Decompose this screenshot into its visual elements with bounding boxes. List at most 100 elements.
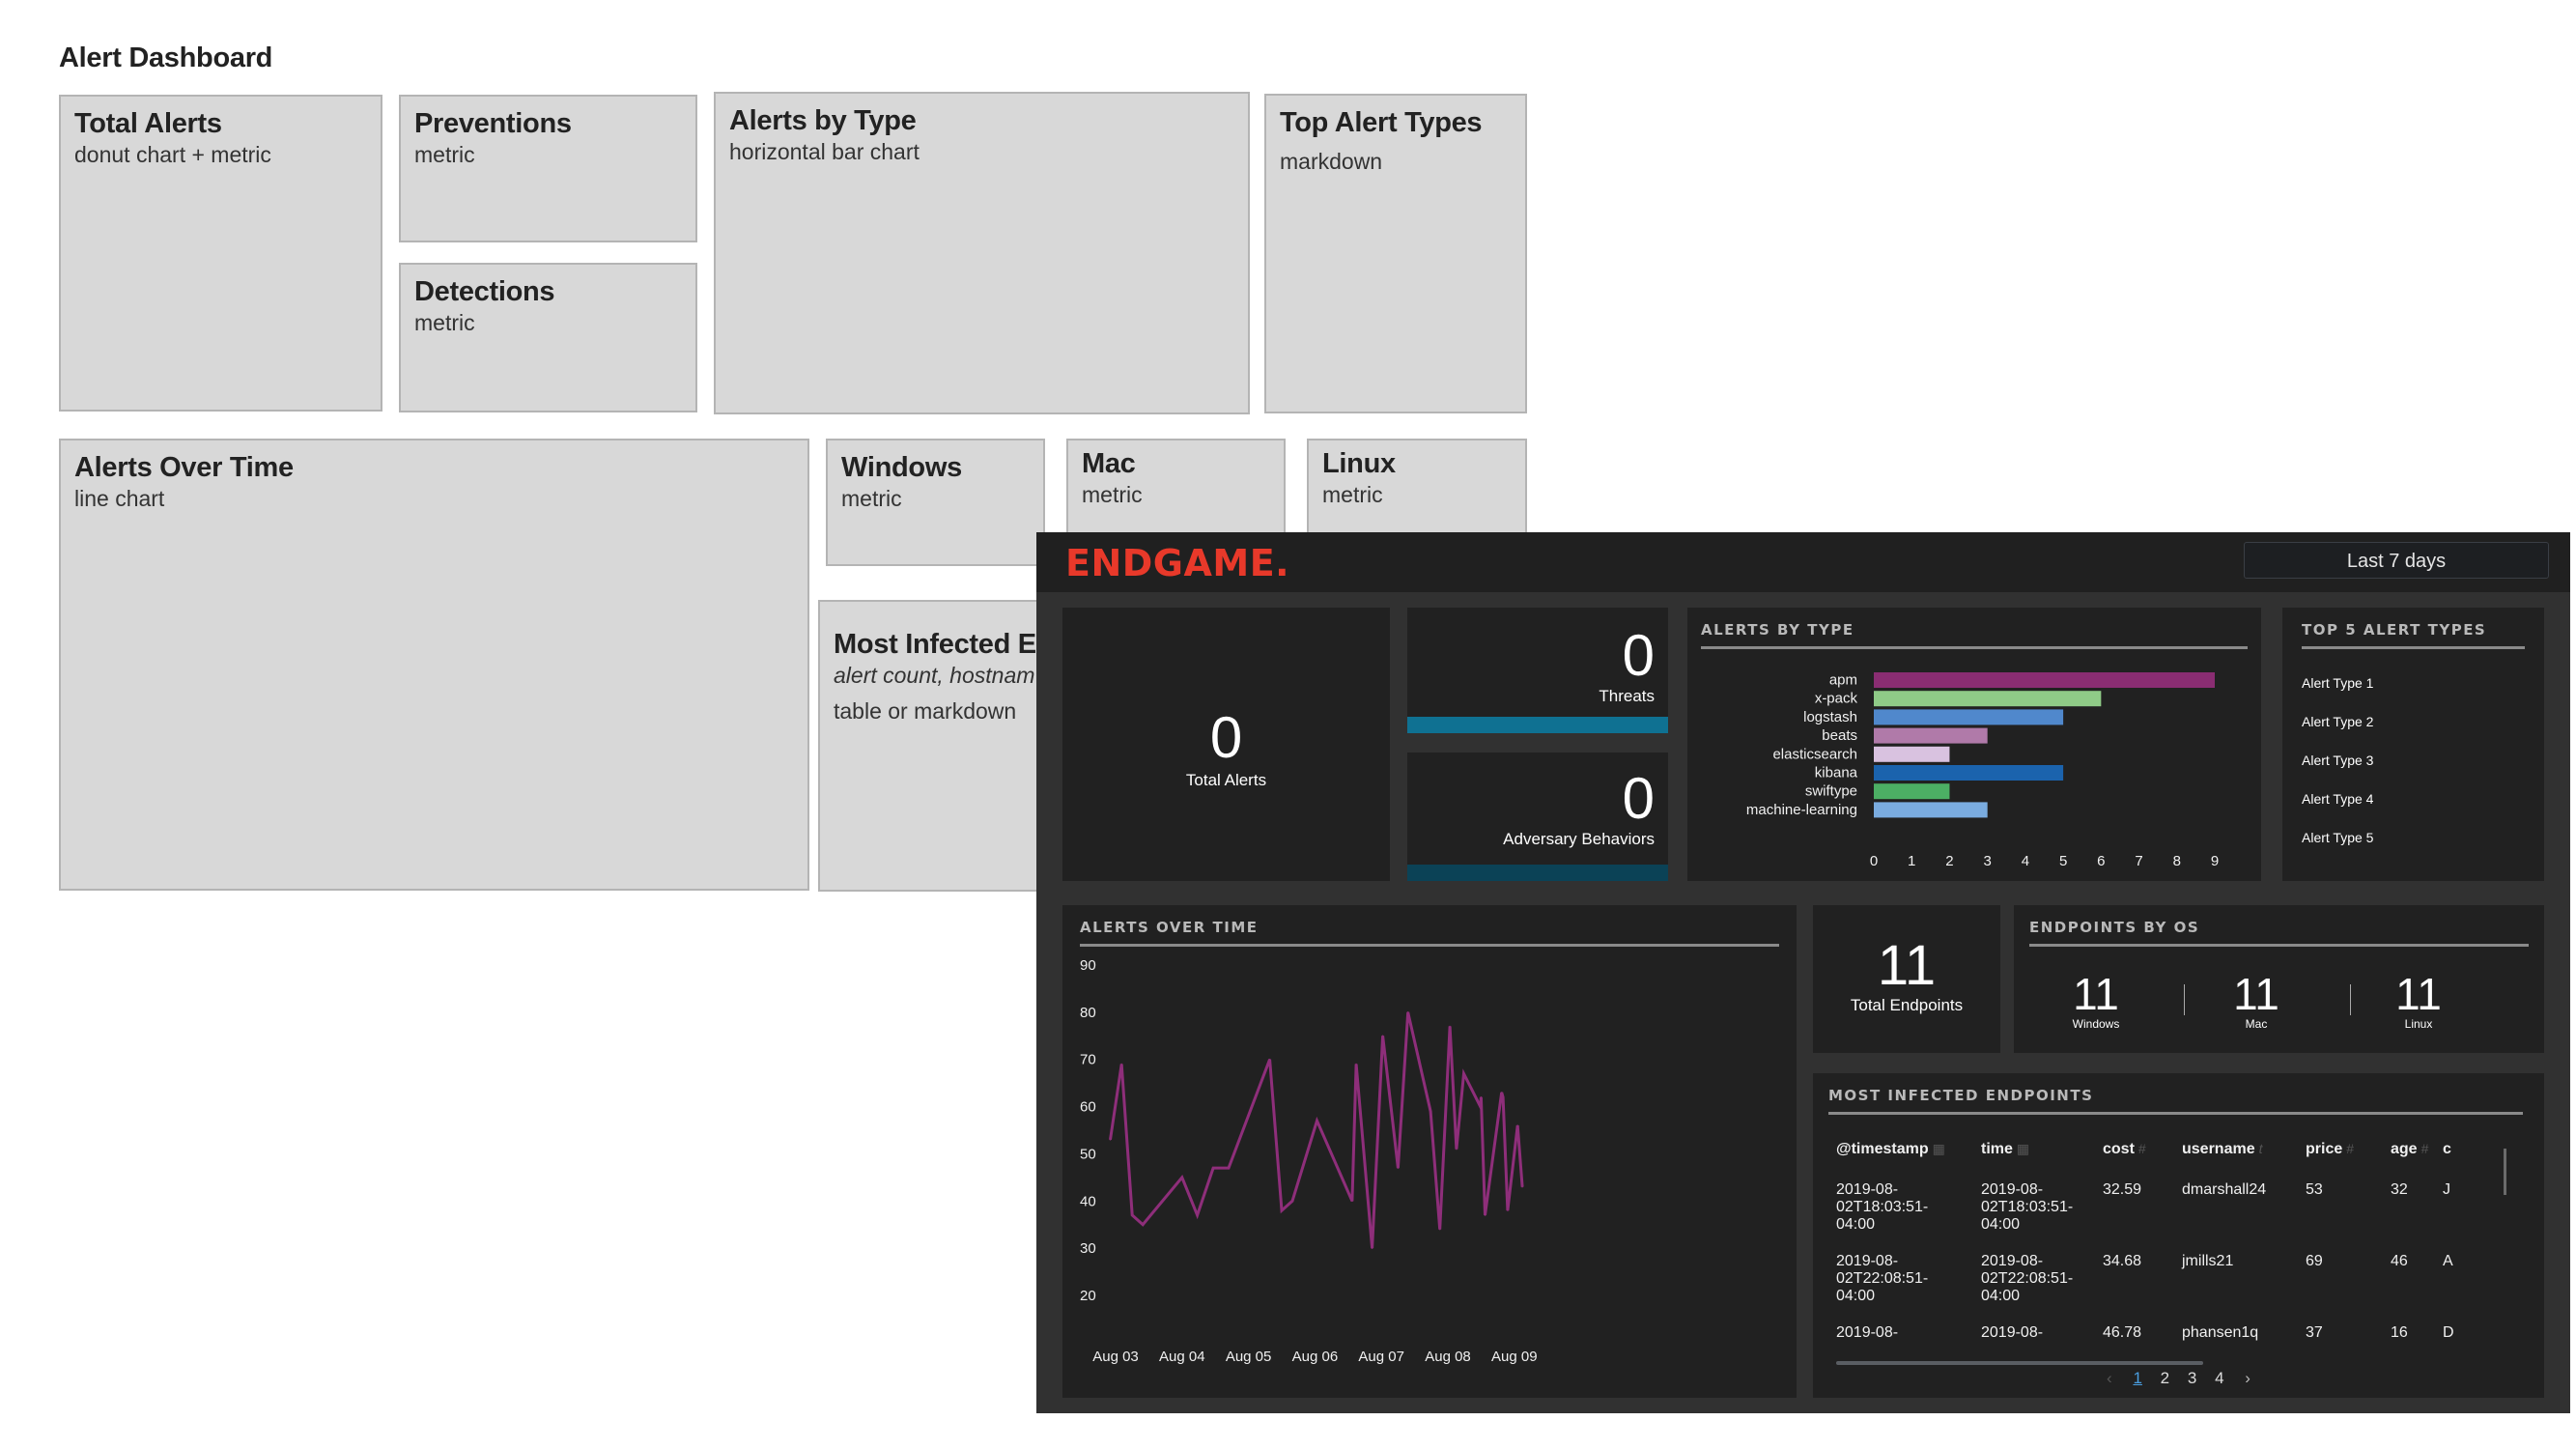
table-row[interactable]: 2019-08- 02T22:08:51- 04:00 2019-08- 02T2… (1836, 1253, 2462, 1324)
bar-category-label: logstash (1803, 709, 1857, 725)
top5-item[interactable]: Alert Type 4 (2302, 791, 2373, 830)
y-tick-label: 40 (1080, 1193, 1096, 1209)
os-metric-linux: 11 Linux (2375, 971, 2462, 1031)
line-point (1438, 1228, 1441, 1231)
column-header-price[interactable]: price # (2306, 1141, 2391, 1181)
table-cell: D (2443, 1324, 2454, 1341)
table-cell: 2019-08- 02T22:08:51- 04:00 (1981, 1253, 2074, 1304)
tile-desc: metric (1322, 482, 1383, 507)
x-tick-label: 3 (1983, 853, 1991, 869)
tile-desc: donut chart + metric (74, 142, 271, 167)
total-alerts-panel: 0 Total Alerts (1062, 608, 1390, 881)
x-tick-label: Aug 06 (1292, 1349, 1339, 1365)
tile-desc: table or markdown (834, 698, 1017, 724)
page-button-3[interactable]: 3 (2188, 1369, 2196, 1387)
line-point (1484, 1214, 1486, 1216)
wireframe-tile-top-alert-types: Top Alert Types markdown (1264, 94, 1527, 413)
wireframe-title: Alert Dashboard (59, 43, 273, 73)
x-tick-label: Aug 08 (1425, 1349, 1471, 1365)
line-point (1355, 1063, 1357, 1065)
tile-title: Preventions (414, 108, 572, 139)
tile-title: Mac (1082, 448, 1136, 479)
wireframe-tile-preventions: Preventions metric (399, 95, 697, 242)
os-value: 11 (2073, 969, 2119, 1019)
column-header-cost[interactable]: cost # (2103, 1141, 2182, 1181)
wireframe-tile-windows: Windows metric (826, 439, 1045, 566)
top5-item[interactable]: Alert Type 5 (2302, 830, 2373, 868)
column-header-timestamp[interactable]: @timestamp ▦ (1836, 1141, 1981, 1181)
table-cell: jmills21 (2182, 1253, 2234, 1269)
table-row[interactable]: 2019-08- 02T18:03:51- 04:00 2019-08- 02T1… (1836, 1181, 2462, 1253)
line-point (1449, 1025, 1451, 1028)
x-tick-label: Aug 05 (1226, 1349, 1272, 1365)
top5-list: Alert Type 1 Alert Type 2 Alert Type 3 A… (2302, 675, 2373, 868)
next-page-button[interactable]: › (2245, 1369, 2250, 1387)
bar-category-label: machine-learning (1746, 802, 1857, 818)
alerts-over-time-panel: ALERTS OVER TIME 20 30 40 50 60 70 80 90 Aug 03 A… (1062, 905, 1797, 1398)
table-cell: 32 (2391, 1181, 2408, 1198)
prev-page-button[interactable]: ‹ (2107, 1369, 2112, 1387)
endpoints-table: @timestamp ▦ time ▦ cost # username t price #… (1836, 1141, 2462, 1353)
os-metric-windows: 11 Windows (2052, 971, 2139, 1031)
bar-x-pack (1874, 691, 2102, 707)
table-cell: 37 (2306, 1324, 2323, 1341)
column-header-username[interactable]: username t (2182, 1141, 2306, 1181)
top5-item[interactable]: Alert Type 1 (2302, 675, 2373, 714)
y-tick-label: 30 (1080, 1240, 1096, 1257)
bar-category-label: elasticsearch (1772, 746, 1857, 762)
adversary-behaviors-value: 0 (1622, 766, 1655, 831)
os-divider (2184, 984, 2185, 1015)
tile-desc: line chart (74, 486, 165, 511)
top5-item[interactable]: Alert Type 3 (2302, 753, 2373, 791)
line-point (1397, 1167, 1400, 1169)
tile-title: Detections (414, 276, 555, 307)
bar-category-label: apm (1829, 672, 1857, 689)
y-tick-label: 90 (1080, 957, 1096, 974)
y-tick-label: 50 (1080, 1146, 1096, 1162)
calendar-icon: ▦ (2016, 1141, 2030, 1156)
line-point (1228, 1167, 1230, 1169)
column-header-time[interactable]: time ▦ (1981, 1141, 2103, 1181)
tile-desc: metric (414, 310, 475, 335)
wireframe-tile-total-alerts: Total Alerts donut chart + metric (59, 95, 382, 412)
header-bar: ENDGAME. Last 7 days (1036, 532, 2570, 592)
page-button-4[interactable]: 4 (2215, 1369, 2223, 1387)
page-button-2[interactable]: 2 (2161, 1369, 2169, 1387)
line-point (1430, 1110, 1431, 1113)
line-point (1480, 1096, 1483, 1098)
line-point (1316, 1120, 1318, 1122)
line-point (1406, 1011, 1409, 1013)
line-point (1131, 1214, 1133, 1216)
bar-swiftype (1874, 783, 1950, 800)
tile-title: Windows (841, 452, 962, 483)
table-cell: 46.78 (2103, 1324, 2142, 1341)
table-cell: dmarshall24 (2182, 1181, 2267, 1198)
os-value: 11 (2395, 969, 2442, 1019)
table-row[interactable]: 2019-08- 2019-08- 46.78 phansen1q 37 16 D (1836, 1324, 2462, 1353)
line-point (1142, 1223, 1145, 1226)
threats-bar (1407, 717, 1668, 733)
line-point (1181, 1177, 1183, 1179)
line-point (1196, 1214, 1199, 1216)
column-header-age[interactable]: age # (2391, 1141, 2443, 1181)
column-header-c[interactable]: c (2443, 1141, 2462, 1181)
top5-item[interactable]: Alert Type 2 (2302, 714, 2373, 753)
x-tick-label: 4 (2022, 853, 2029, 869)
bar-category-label: swiftype (1805, 783, 1857, 800)
wireframe-tile-alerts-by-type: Alerts by Type horizontal bar chart (714, 92, 1250, 414)
column-name: cost (2103, 1141, 2135, 1157)
bar-machine-learning (1874, 802, 1988, 818)
line-point (1120, 1063, 1122, 1065)
os-value: 11 (2233, 969, 2279, 1019)
x-tick-label: Aug 04 (1159, 1349, 1205, 1365)
line-point (1507, 1209, 1509, 1211)
top5-alert-types-panel: TOP 5 ALERT TYPES Alert Type 1 Alert Typ… (2282, 608, 2544, 881)
tile-title: Top Alert Types (1280, 107, 1483, 138)
most-infected-title: MOST INFECTED ENDPOINTS (1828, 1087, 2523, 1115)
time-range-picker[interactable]: Last 7 days (2244, 542, 2549, 579)
page-button-1[interactable]: 1 (2133, 1369, 2141, 1387)
table-header-row: @timestamp ▦ time ▦ cost # username t price #… (1836, 1141, 2462, 1181)
horizontal-scrollbar[interactable] (1836, 1361, 2203, 1365)
vertical-scrollbar[interactable] (2504, 1149, 2506, 1195)
table-cell: A (2443, 1253, 2453, 1269)
